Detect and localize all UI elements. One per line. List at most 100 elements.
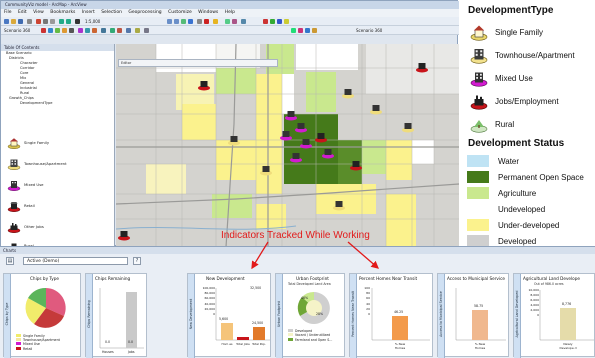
menu-customize[interactable]: Customize [168,10,192,15]
data-label: 8,776 [562,302,572,306]
view-icon[interactable] [144,28,149,33]
data-label: 0.0 [105,340,111,344]
legend-jobs-employment: Jobs/Employment [468,93,595,111]
menu-view[interactable]: View [33,10,44,15]
analysis-icon[interactable] [55,28,60,33]
redo-icon[interactable] [66,19,71,24]
menu-windows[interactable]: Windows [198,10,218,15]
model-icon[interactable] [241,19,246,24]
retail-chip-icon [7,202,21,212]
communityviz-toolbar: Scenario 360 Scenario 360 [1,26,459,35]
menu-file[interactable]: File [4,10,12,15]
chips-icon[interactable] [41,28,46,33]
legend-mixed-use: Mixed Use [468,70,595,88]
menu-bar: File Edit View Bookmarks Insert Selectio… [1,9,459,17]
table-of-contents: Table Of Contents Base Scenario District… [1,44,115,252]
menu-help[interactable]: Help [225,10,235,15]
tick-label: % New Homes [474,342,486,350]
toc-legend-other-jobs[interactable]: Other Jobs [7,221,111,235]
menu-edit[interactable]: Edit [18,10,27,15]
cut-icon[interactable] [36,19,41,24]
layer-icon[interactable] [126,28,131,33]
undo-icon[interactable] [59,19,64,24]
tick-label: 0 [213,312,215,317]
export-icon[interactable] [92,28,97,33]
alert-icon[interactable] [117,28,122,33]
impact-icon[interactable] [298,28,303,33]
full-extent-icon[interactable] [188,19,193,24]
add-data-icon[interactable] [75,19,80,24]
paint-icon[interactable] [312,28,317,33]
refresh-icon[interactable] [110,28,115,33]
chart-menu-icon[interactable]: ▤ [6,257,14,265]
chart-bar [560,308,576,340]
zoom-out-icon[interactable] [174,19,179,24]
apartment-chip-icon [470,49,488,64]
chart-card-municipal-service[interactable]: Access to Municipal Service Access to Mu… [437,273,509,358]
table-icon[interactable] [69,28,74,33]
new-icon[interactable] [4,19,9,24]
scenario-icon[interactable] [48,28,53,33]
chart-icon[interactable] [62,28,67,33]
copy-icon[interactable] [43,19,48,24]
attr-icon[interactable] [135,28,140,33]
measure-icon[interactable] [213,19,218,24]
scenario-label[interactable]: Scenario 360 [4,26,30,35]
toc-legend-townhouse[interactable]: Townhouse/Apartment [7,158,111,172]
catalog-icon[interactable] [225,19,230,24]
report-icon[interactable] [85,28,90,33]
scenario-label-2[interactable]: Scenario 360 [356,26,382,35]
legend-agriculture: Agriculture [461,187,595,201]
apartment-chip-icon [7,159,21,170]
legend-undeveloped: Undeveloped [461,203,595,217]
tool-icon-3[interactable] [277,19,282,24]
urban-footprint-pie [297,291,330,324]
zoom-in-icon[interactable] [167,19,172,24]
sketch-icon[interactable] [305,28,310,33]
menu-insert[interactable]: Insert [82,10,95,15]
chart-card-homes-near-transit[interactable]: Percent Homes Near Transit Percent Homes… [349,273,433,358]
development-status-title: Development Status [468,138,565,149]
tool-icon-4[interactable] [284,19,289,24]
search-icon[interactable] [232,19,237,24]
screen: CommunityViz model - ArcMap - ArcView Fi… [0,0,595,358]
chart-card-new-development[interactable]: New Development New Development 100,000 … [187,273,271,358]
chart-card-urban-footprint[interactable]: Urban Footprint Urban Footprint Total De… [275,273,345,358]
pan-icon[interactable] [181,19,186,24]
select-icon[interactable] [204,19,209,24]
save-icon[interactable] [18,19,23,24]
chart-card-chips-remaining[interactable]: Chips Remaining Chips Remaining 0.0 0.0 … [85,273,147,358]
map-view[interactable]: Editor [116,44,459,247]
identify-icon[interactable] [197,19,202,24]
under-developed-swatch [467,219,489,231]
open-icon[interactable] [11,19,16,24]
toc-legend-mixed-use[interactable]: Mixed Use [7,179,111,193]
menu-bookmarks[interactable]: Bookmarks [50,10,75,15]
chart-card-chips-by-type[interactable]: Chips by Type Chips by Type Single Famil… [3,273,81,358]
scale-box[interactable]: 1:5,000 [85,17,100,26]
editor-toolbar[interactable]: Editor [118,59,278,67]
chart-bar [472,310,488,340]
toc-node[interactable]: DevelopmentType [6,101,114,106]
charts-toolbar: ▤ Active (Demo) ? [3,256,203,266]
agriculture-swatch [467,187,489,199]
chart-card-agricultural-land[interactable]: Agricultural Land Developed Agricultural… [513,273,595,358]
toc-legend-retail[interactable]: Retail [7,200,111,214]
tick-label: Total Jobs [236,342,250,346]
data-label: 46.25 [394,310,404,314]
indicators-annotation: Indicators Tracked While Working [221,230,370,241]
menu-geoprocessing[interactable]: Geoprocessing [128,10,161,15]
help-icon[interactable]: ? [133,257,141,265]
standard-toolbar: 1:5,000 [1,17,459,26]
tool-icon-1[interactable] [263,19,268,24]
scene-icon[interactable] [291,28,296,33]
menu-selection[interactable]: Selection [101,10,122,15]
settings-icon[interactable] [101,28,106,33]
map-canvas[interactable] [116,44,459,247]
active-scenario-select[interactable]: Active (Demo) [23,257,128,265]
toc-legend-single-family[interactable]: Single Family [7,137,111,151]
paste-icon[interactable] [50,19,55,24]
tool-icon-2[interactable] [270,19,275,24]
print-icon[interactable] [27,19,32,24]
build-icon[interactable] [78,28,83,33]
